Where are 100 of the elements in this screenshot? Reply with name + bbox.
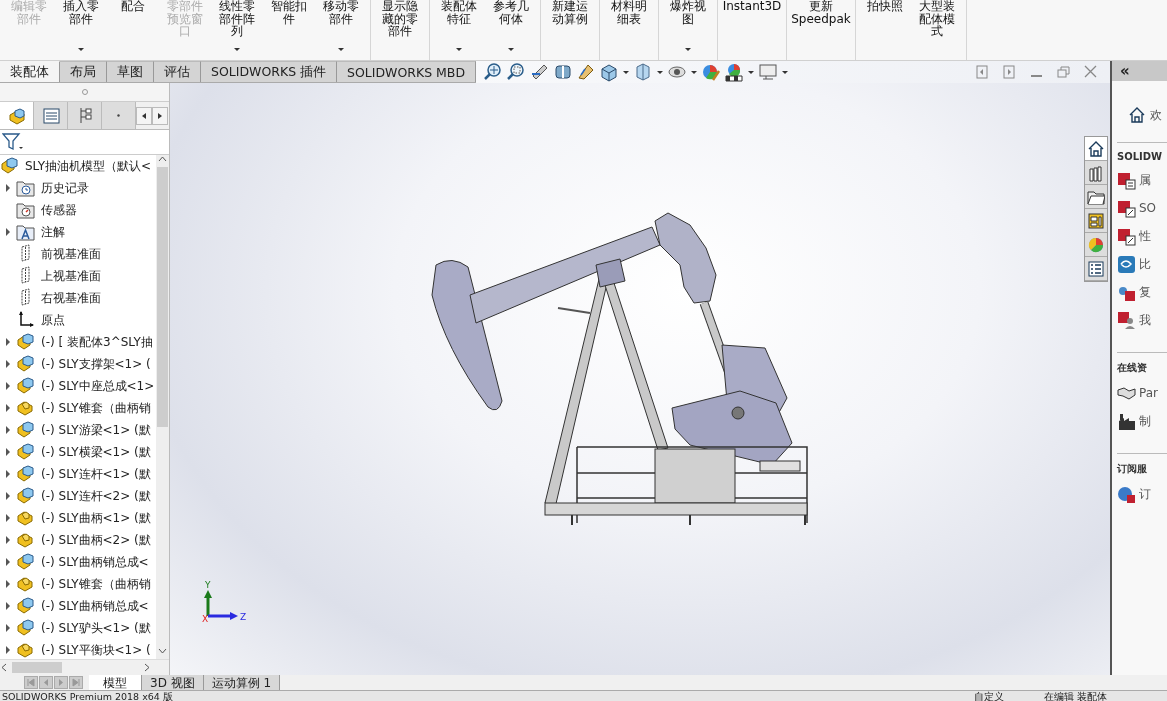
tile-right-icon[interactable]	[1002, 64, 1017, 80]
tree-item[interactable]: 右视基准面	[0, 287, 156, 309]
ribbon-button[interactable]: 更新Speedpak	[790, 0, 852, 60]
ribbon-button[interactable]: 大型装配体模式	[911, 0, 963, 60]
resource-link[interactable]: 比	[1139, 255, 1151, 273]
command-tab[interactable]: SOLIDWORKS MBD	[337, 61, 477, 82]
tree-item[interactable]: (-) SLY游梁<1> (默	[0, 419, 156, 441]
ribbon-button[interactable]: 新建运动算例	[544, 0, 596, 60]
panel-tab[interactable]	[0, 102, 34, 129]
ribbon-button[interactable]: 线性零部件阵列	[211, 0, 263, 60]
scroll-left-icon[interactable]	[0, 663, 8, 672]
ribbon-button[interactable]: Instant3D	[721, 0, 783, 60]
command-tab[interactable]: SOLIDWORKS 插件	[201, 61, 338, 82]
tree-item[interactable]: 传感器	[0, 199, 156, 221]
expand-arrow-icon[interactable]	[5, 514, 11, 522]
caret-icon[interactable]	[656, 69, 665, 75]
tile-left-icon[interactable]	[975, 64, 990, 80]
resource-link[interactable]: SO	[1139, 201, 1157, 215]
resource-link[interactable]: 属	[1139, 171, 1151, 189]
tree-item[interactable]: (-) [ 装配体3^SLY抽	[0, 331, 156, 353]
expand-arrow-icon[interactable]	[5, 602, 11, 610]
welcome-link[interactable]: 欢	[1150, 106, 1162, 124]
tree-item[interactable]: (-) SLY中座总成<1>	[0, 375, 156, 397]
caret-icon[interactable]	[781, 69, 790, 75]
model-view-tab[interactable]: 运动算例 1	[203, 675, 281, 690]
expand-arrow-icon[interactable]	[5, 646, 11, 654]
command-tab[interactable]: 评估	[154, 61, 201, 82]
expand-arrow-icon[interactable]	[5, 184, 11, 192]
scene-icon[interactable]	[724, 62, 745, 82]
ribbon-button[interactable]: 插入零部件	[55, 0, 107, 60]
ribbon-button[interactable]: 显示隐藏的零部件	[374, 0, 426, 60]
close-icon[interactable]	[1083, 64, 1098, 80]
tree-item[interactable]: (-) SLY曲柄销总成<	[0, 595, 156, 617]
tree-item[interactable]: (-) SLY锥套（曲柄销	[0, 573, 156, 595]
panel-tab[interactable]	[34, 102, 68, 129]
caret-icon[interactable]	[747, 69, 756, 75]
expand-arrow-icon[interactable]	[5, 228, 11, 236]
tree-item[interactable]: (-) SLY横梁<1> (默	[0, 441, 156, 463]
command-tab[interactable]: 装配体	[0, 61, 60, 82]
caret-icon[interactable]	[690, 69, 699, 75]
tree-item[interactable]: 原点	[0, 309, 156, 331]
model-view-tab[interactable]: 3D 视图	[142, 675, 204, 690]
tree-item[interactable]: 前视基准面	[0, 243, 156, 265]
view-orientation-icon[interactable]	[599, 62, 620, 82]
task-pane-tab[interactable]	[1085, 257, 1107, 281]
scrollbar-thumb[interactable]	[12, 662, 62, 673]
tree-item[interactable]: 上视基准面	[0, 265, 156, 287]
resource-link[interactable]: 制	[1139, 412, 1151, 430]
caret-icon[interactable]	[622, 69, 631, 75]
expand-arrow-icon[interactable]	[5, 404, 11, 412]
tree-item[interactable]: (-) SLY锥套（曲柄销	[0, 397, 156, 419]
tree-item[interactable]: (-) SLY曲柄销总成<	[0, 551, 156, 573]
expand-arrow-icon[interactable]	[5, 338, 11, 346]
ribbon-button[interactable]: 智能扣件	[263, 0, 315, 60]
filter-icon[interactable]	[2, 132, 24, 152]
tree-item[interactable]: 注解	[0, 221, 156, 243]
command-tab[interactable]: 布局	[60, 61, 107, 82]
expand-arrow-icon[interactable]	[5, 624, 11, 632]
task-pane-tab[interactable]	[1085, 185, 1107, 209]
ribbon-button[interactable]: 参考几何体	[485, 0, 537, 60]
expand-arrow-icon[interactable]	[5, 536, 11, 544]
tree-item[interactable]: (-) SLY平衡块<1> (	[0, 639, 156, 659]
scrollbar-thumb[interactable]	[157, 167, 168, 427]
appearance-icon[interactable]	[701, 62, 722, 82]
ribbon-button[interactable]: 移动零部件	[315, 0, 367, 60]
tree-item[interactable]: SLY抽油机模型（默认<	[0, 155, 156, 177]
scroll-left-icon[interactable]	[136, 106, 152, 125]
ribbon-button[interactable]: 装配体特征	[433, 0, 485, 60]
ribbon-button[interactable]: 拍快照	[859, 0, 911, 60]
scroll-down-icon[interactable]	[158, 647, 167, 655]
splitter-handle-icon[interactable]	[80, 88, 89, 96]
ribbon-button[interactable]: 材料明细表	[603, 0, 655, 60]
expand-arrow-icon[interactable]	[5, 426, 11, 434]
model-view-tab[interactable]: 模型	[89, 675, 142, 690]
expand-arrow-icon[interactable]	[5, 492, 11, 500]
expand-arrow-icon[interactable]	[5, 382, 11, 390]
task-pane-tab[interactable]	[1085, 209, 1107, 233]
scroll-right-icon[interactable]	[152, 106, 168, 125]
resource-link[interactable]: 性	[1139, 227, 1151, 245]
command-tab[interactable]: 草图	[107, 61, 154, 82]
resource-link[interactable]: Par	[1139, 386, 1158, 400]
resource-link[interactable]: 复	[1139, 283, 1151, 301]
tree-item[interactable]: (-) SLY驴头<1> (默	[0, 617, 156, 639]
tree-item[interactable]: (-) SLY支撑架<1> (	[0, 353, 156, 375]
tree-item[interactable]: (-) SLY曲柄<1> (默	[0, 507, 156, 529]
tree-item[interactable]: (-) SLY连杆<2> (默	[0, 485, 156, 507]
expand-arrow-icon[interactable]	[5, 580, 11, 588]
expand-arrow-icon[interactable]	[5, 448, 11, 456]
tree-item[interactable]: (-) SLY曲柄<2> (默	[0, 529, 156, 551]
scroll-up-icon[interactable]	[158, 155, 167, 163]
ribbon-button[interactable]: 配合	[107, 0, 159, 60]
expand-arrow-icon[interactable]	[5, 470, 11, 478]
task-pane-tab[interactable]	[1085, 161, 1107, 185]
ribbon-button[interactable]: 爆炸视图	[662, 0, 714, 60]
resource-link[interactable]: 我	[1139, 311, 1151, 329]
scroll-right-icon[interactable]	[143, 663, 151, 672]
task-pane-tab[interactable]	[1085, 137, 1107, 161]
tree-item[interactable]: (-) SLY连杆<1> (默	[0, 463, 156, 485]
tree-item[interactable]: 历史记录	[0, 177, 156, 199]
resource-link[interactable]: 订	[1139, 485, 1151, 503]
